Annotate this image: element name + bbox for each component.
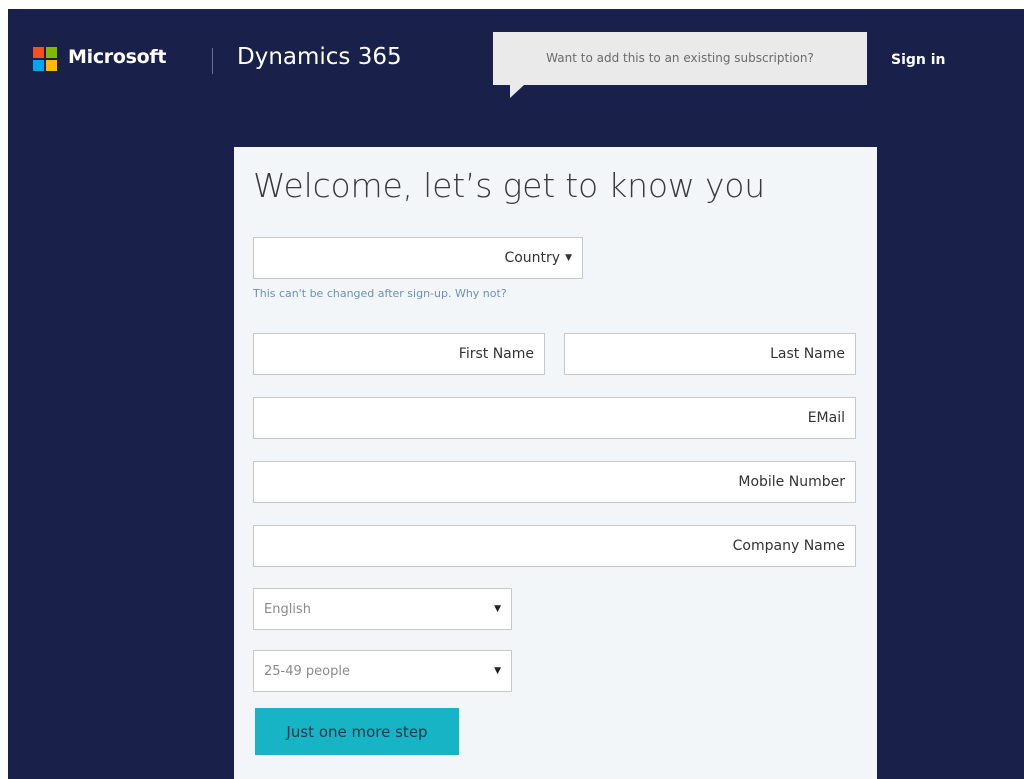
chevron-down-icon: ▼	[565, 253, 572, 263]
product-name: Dynamics 365	[237, 44, 402, 70]
speech-bubble-tail	[510, 85, 524, 98]
company-name-placeholder: Company Name	[732, 538, 845, 554]
submit-button[interactable]: Just one more step	[255, 708, 459, 755]
country-select[interactable]: Country ▼	[253, 237, 583, 279]
header-divider	[212, 48, 213, 74]
email-field[interactable]: EMail	[253, 397, 856, 439]
company-name-field[interactable]: Company Name	[253, 525, 856, 567]
mobile-number-placeholder: Mobile Number	[738, 474, 845, 490]
company-size-selected-value: 25-49 people	[264, 663, 350, 679]
language-select[interactable]: English ▼	[253, 588, 512, 630]
email-placeholder: EMail	[807, 410, 845, 426]
country-hint-link[interactable]: This can't be changed after sign-up. Why…	[253, 287, 507, 300]
last-name-placeholder: Last Name	[770, 346, 845, 362]
country-select-label: Country	[504, 250, 561, 266]
first-name-placeholder: First Name	[458, 346, 534, 362]
last-name-field[interactable]: Last Name	[564, 333, 856, 375]
page-title: Welcome, let’s get to know you	[253, 166, 765, 205]
microsoft-logo-icon	[33, 47, 57, 71]
chevron-down-icon: ▼	[494, 604, 501, 614]
chevron-down-icon: ▼	[494, 666, 501, 676]
company-size-select[interactable]: 25-49 people ▼	[253, 650, 512, 692]
brand-name: Microsoft	[68, 46, 167, 68]
mobile-number-field[interactable]: Mobile Number	[253, 461, 856, 503]
sign-in-link[interactable]: Sign in	[891, 52, 946, 68]
language-selected-value: English	[264, 601, 311, 617]
existing-subscription-link[interactable]: Want to add this to an existing subscrip…	[493, 32, 867, 85]
first-name-field[interactable]: First Name	[253, 333, 545, 375]
